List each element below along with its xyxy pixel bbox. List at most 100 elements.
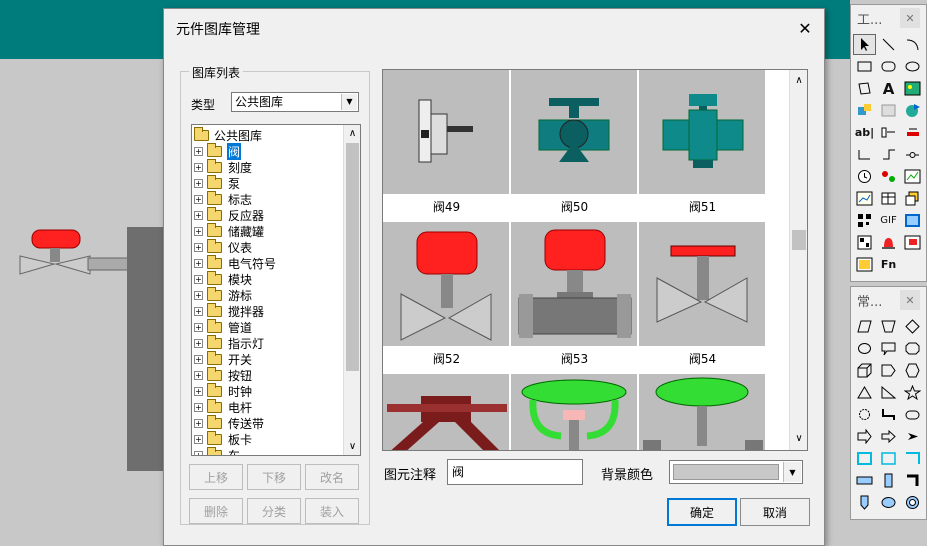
chevron-down-icon[interactable]: ▼ bbox=[341, 94, 357, 110]
expand-icon[interactable]: + bbox=[194, 434, 203, 444]
preview-scrollbar[interactable]: ∧ ∨ bbox=[789, 70, 807, 450]
scroll-thumb[interactable] bbox=[792, 230, 806, 250]
type-select[interactable]: 公共图库 ▼ bbox=[231, 92, 359, 112]
preview-cell[interactable]: 阀51 bbox=[639, 70, 766, 220]
text-icon[interactable]: A bbox=[877, 78, 900, 99]
preview-cell[interactable] bbox=[639, 374, 766, 450]
horizontal-bar-icon[interactable] bbox=[853, 470, 876, 491]
corner-pipe-icon[interactable] bbox=[901, 470, 924, 491]
ring-icon[interactable] bbox=[901, 492, 924, 513]
expand-icon[interactable]: + bbox=[194, 338, 203, 348]
display-icon[interactable] bbox=[901, 232, 924, 253]
star-icon[interactable] bbox=[901, 382, 924, 403]
arc-icon[interactable] bbox=[901, 34, 924, 55]
table-icon[interactable] bbox=[877, 188, 900, 209]
callout-icon[interactable] bbox=[877, 338, 900, 359]
canvas-block[interactable] bbox=[127, 227, 167, 471]
gear-icon[interactable] bbox=[853, 404, 876, 425]
expand-icon[interactable]: + bbox=[194, 450, 203, 455]
diamond-icon[interactable] bbox=[901, 316, 924, 337]
polygon-icon[interactable] bbox=[853, 78, 876, 99]
close-icon[interactable]: ✕ bbox=[900, 290, 920, 310]
expand-icon[interactable]: + bbox=[194, 418, 203, 428]
preview-cell[interactable]: 阀54 bbox=[639, 222, 766, 372]
preview-pane[interactable]: 阀49 阀50 阀51 阀52 阀53 阀54 ∧ ∨ bbox=[382, 69, 808, 451]
parallelogram-icon[interactable] bbox=[853, 316, 876, 337]
tree-item[interactable]: + 储藏罐 bbox=[194, 222, 277, 239]
qrcode-alt-icon[interactable] bbox=[853, 232, 876, 253]
pentagon-arrow-icon[interactable] bbox=[877, 360, 900, 381]
tree-item[interactable]: + 电杆 bbox=[194, 398, 277, 415]
preview-cell[interactable]: 阀53 bbox=[511, 222, 638, 372]
classify-button[interactable]: 分类 bbox=[247, 498, 301, 524]
octagon-icon[interactable] bbox=[901, 338, 924, 359]
tree-item[interactable]: + 标志 bbox=[194, 190, 277, 207]
cylinder-icon[interactable] bbox=[901, 404, 924, 425]
delete-button[interactable]: 删除 bbox=[189, 498, 243, 524]
cube-icon[interactable] bbox=[853, 360, 876, 381]
scroll-up-icon[interactable]: ∧ bbox=[790, 72, 807, 90]
arrowhead-icon[interactable] bbox=[901, 426, 924, 447]
library-tree[interactable]: 公共图库 + 阀 + 刻度 + 泵 + 标志 + 反应器 + 储藏罐 + 仪表 + 电气符号 + 模块 + 游标 + 搅拌… bbox=[191, 124, 361, 456]
tree-item[interactable]: + 车 bbox=[194, 446, 277, 455]
preview-cell[interactable]: 阀49 bbox=[383, 70, 510, 220]
tree-item[interactable]: + 开关 bbox=[194, 350, 277, 367]
scroll-thumb[interactable] bbox=[346, 143, 359, 371]
load-button[interactable]: 装入 bbox=[305, 498, 359, 524]
tree-item[interactable]: + 刻度 bbox=[194, 158, 277, 175]
step-line-icon[interactable] bbox=[853, 144, 876, 165]
elbow-icon[interactable] bbox=[877, 404, 900, 425]
cyan-corner-icon[interactable] bbox=[901, 448, 924, 469]
globe-icon[interactable] bbox=[901, 100, 924, 121]
expand-icon[interactable]: + bbox=[194, 258, 203, 268]
label-icon[interactable]: ab| bbox=[853, 122, 876, 143]
expand-icon[interactable]: + bbox=[194, 194, 203, 204]
alarm-icon[interactable] bbox=[877, 232, 900, 253]
function-icon[interactable]: Fn bbox=[877, 254, 900, 275]
shield-icon[interactable] bbox=[853, 492, 876, 513]
cyan-square-icon[interactable] bbox=[853, 448, 876, 469]
arrow-right-icon[interactable] bbox=[877, 426, 900, 447]
expand-icon[interactable]: + bbox=[194, 274, 203, 284]
expand-icon[interactable]: + bbox=[194, 354, 203, 364]
tree-item[interactable]: + 泵 bbox=[194, 174, 277, 191]
close-icon[interactable]: ✕ bbox=[900, 8, 920, 28]
note-input[interactable]: 阀 bbox=[447, 459, 583, 485]
tree-item[interactable]: + 时钟 bbox=[194, 382, 277, 399]
clock-icon[interactable] bbox=[853, 166, 876, 187]
tree-item[interactable]: + 游标 bbox=[194, 286, 277, 303]
tree-item[interactable]: + 板卡 bbox=[194, 430, 277, 447]
chevron-down-icon[interactable]: ▼ bbox=[783, 462, 801, 482]
ellipse-fill-icon[interactable] bbox=[877, 492, 900, 513]
rounded-rect-icon[interactable] bbox=[877, 56, 900, 77]
expand-icon[interactable]: + bbox=[194, 370, 203, 380]
vertical-bar-icon[interactable] bbox=[877, 470, 900, 491]
tree-item[interactable]: + 管道 bbox=[194, 318, 277, 335]
trapezoid-icon[interactable] bbox=[877, 316, 900, 337]
tree-item[interactable]: + 指示灯 bbox=[194, 334, 277, 351]
gif-icon[interactable]: GIF bbox=[877, 210, 900, 231]
ellipse-icon[interactable] bbox=[901, 56, 924, 77]
hexagon-icon[interactable] bbox=[901, 360, 924, 381]
scroll-down-icon[interactable]: ∨ bbox=[344, 438, 360, 455]
grid-icon[interactable] bbox=[877, 100, 900, 121]
expand-icon[interactable]: + bbox=[194, 322, 203, 332]
tools-palette-header[interactable]: 工... ✕ bbox=[851, 5, 926, 31]
switch-icon[interactable] bbox=[901, 122, 924, 143]
scroll-down-icon[interactable]: ∨ bbox=[790, 430, 807, 448]
picture-icon[interactable] bbox=[853, 254, 876, 275]
chart-icon[interactable] bbox=[853, 188, 876, 209]
tree-root[interactable]: 公共图库 bbox=[194, 126, 262, 143]
slider-icon[interactable] bbox=[877, 122, 900, 143]
expand-icon[interactable]: + bbox=[194, 386, 203, 396]
tree-item[interactable]: + 模块 bbox=[194, 270, 277, 287]
common-palette-header[interactable]: 常... ✕ bbox=[851, 287, 926, 313]
triangle-icon[interactable] bbox=[853, 382, 876, 403]
component-icon[interactable] bbox=[853, 100, 876, 121]
tree-item[interactable]: + 阀 bbox=[194, 142, 277, 160]
tree-item[interactable]: + 反应器 bbox=[194, 206, 277, 223]
arrow-outline-icon[interactable] bbox=[853, 426, 876, 447]
trend-icon[interactable] bbox=[901, 166, 924, 187]
expand-icon[interactable]: + bbox=[194, 242, 203, 252]
tree-item[interactable]: + 按钮 bbox=[194, 366, 277, 383]
